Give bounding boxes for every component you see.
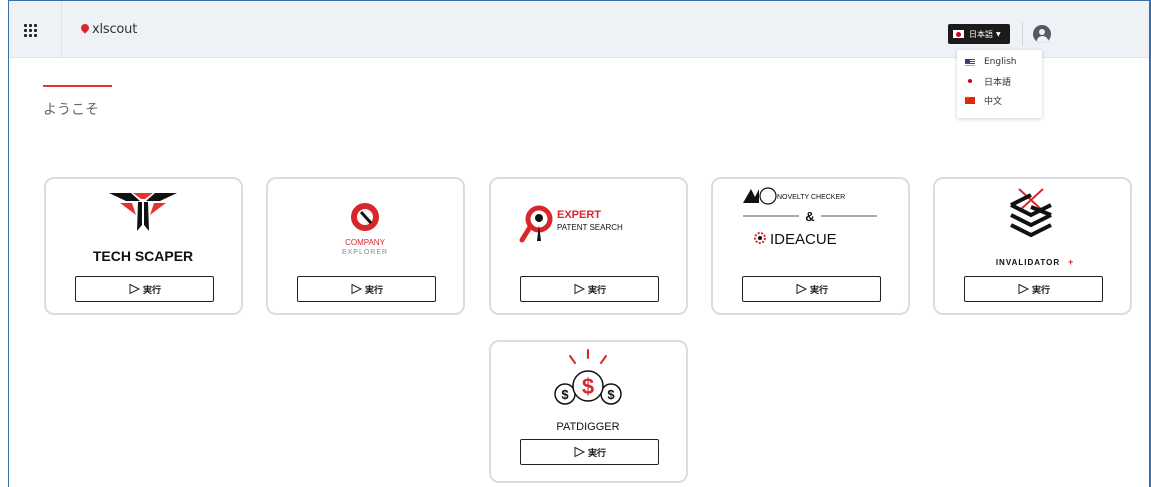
language-option-label: 中文 bbox=[984, 96, 1003, 107]
svg-text:$: $ bbox=[607, 387, 615, 402]
tool-name: PATDIGGER bbox=[556, 421, 619, 433]
tool-name: COMPANY bbox=[345, 238, 386, 247]
tool-card-novelty-checker: NOVELTY CHECKER & IDEACUE 実行 bbox=[711, 177, 910, 315]
expert-patent-search-icon: EXPERT PATENT SEARCH bbox=[519, 205, 623, 243]
run-button[interactable]: 実行 bbox=[297, 276, 436, 302]
language-dropdown-menu: English 日本語 中文 bbox=[957, 50, 1042, 118]
grid-icon bbox=[24, 24, 37, 37]
run-button-label: 実行 bbox=[364, 285, 383, 296]
run-button-label: 実行 bbox=[142, 285, 161, 296]
run-button[interactable]: 実行 bbox=[742, 276, 881, 302]
play-icon bbox=[574, 446, 586, 458]
run-button-label: 実行 bbox=[1031, 285, 1050, 296]
play-icon bbox=[796, 283, 808, 295]
tool-card-patdigger: $ $ $ PATDIGGER 実行 bbox=[489, 340, 688, 483]
tool-name: INVALIDATOR bbox=[996, 258, 1060, 267]
japan-flag-icon bbox=[953, 30, 964, 38]
play-icon bbox=[351, 283, 363, 295]
app-grid-button[interactable] bbox=[9, 1, 62, 57]
japan-flag-icon bbox=[965, 77, 975, 85]
tool-name: NOVELTY CHECKER bbox=[777, 194, 845, 201]
play-icon bbox=[129, 283, 141, 295]
play-icon bbox=[1018, 283, 1030, 295]
play-icon bbox=[574, 283, 586, 295]
run-button-label: 実行 bbox=[587, 448, 606, 459]
expert-patent-search-logo: EXPERT PATENT SEARCH bbox=[491, 185, 686, 273]
tool-card-expert-patent-search: EXPERT PATENT SEARCH 実行 bbox=[489, 177, 688, 315]
run-button[interactable]: 実行 bbox=[75, 276, 214, 302]
tool-card-invalidator: INVALIDATOR + 実行 bbox=[933, 177, 1132, 315]
tool-card-company-explorer: COMPANY EXPLORER 実行 bbox=[266, 177, 465, 315]
invalidator-icon: INVALIDATOR + bbox=[996, 188, 1073, 267]
language-option-chinese[interactable]: 中文 bbox=[965, 93, 1002, 107]
svg-text:$: $ bbox=[561, 387, 569, 402]
language-option-label: 日本語 bbox=[984, 77, 1012, 88]
tool-name: TECH SCAPER bbox=[93, 248, 193, 264]
run-button[interactable]: 実行 bbox=[520, 439, 659, 465]
invalidator-logo: INVALIDATOR + bbox=[935, 185, 1130, 273]
patdigger-icon: $ $ $ PATDIGGER bbox=[554, 349, 622, 433]
svg-text:$: $ bbox=[582, 374, 594, 399]
run-button-label: 実行 bbox=[587, 285, 606, 296]
window-frame-left bbox=[8, 0, 9, 487]
title-accent-bar bbox=[43, 85, 112, 87]
caret-down-icon: ▼ bbox=[996, 30, 1001, 38]
china-flag-icon bbox=[965, 94, 975, 104]
language-option-label: English bbox=[984, 57, 1017, 67]
header-divider bbox=[1022, 22, 1023, 46]
tech-scaper-icon: TECH SCAPER bbox=[93, 193, 193, 264]
company-explorer-icon: COMPANY EXPLORER bbox=[342, 203, 388, 256]
tool-name: EXPERT bbox=[557, 209, 601, 221]
run-button[interactable]: 実行 bbox=[520, 276, 659, 302]
tech-scaper-logo: TECH SCAPER bbox=[46, 185, 241, 273]
company-explorer-logo: COMPANY EXPLORER bbox=[268, 185, 463, 273]
run-button[interactable]: 実行 bbox=[964, 276, 1103, 302]
brand-name: xlscout bbox=[92, 21, 138, 37]
tool-name-plus: + bbox=[1068, 257, 1073, 267]
brand-logo[interactable]: xlscout bbox=[79, 19, 138, 39]
language-selector-button[interactable]: 日本語 ▼ bbox=[948, 24, 1010, 44]
brand-mark-icon bbox=[79, 21, 91, 34]
tool-card-tech-scaper: TECH SCAPER 実行 bbox=[44, 177, 243, 315]
page-title: ようこそ bbox=[43, 102, 99, 118]
ampersand: & bbox=[805, 209, 814, 224]
tool-subname: EXPLORER bbox=[342, 249, 388, 256]
tool-subname: IDEACUE bbox=[770, 231, 837, 248]
language-selector-label: 日本語 bbox=[969, 29, 993, 39]
patdigger-logo: $ $ $ PATDIGGER bbox=[491, 348, 686, 436]
run-button-label: 実行 bbox=[809, 285, 828, 296]
novelty-checker-logo: NOVELTY CHECKER & IDEACUE bbox=[713, 185, 908, 273]
tool-subname: PATENT SEARCH bbox=[557, 223, 623, 232]
language-option-english[interactable]: English bbox=[965, 55, 1017, 69]
user-avatar-icon[interactable] bbox=[1033, 25, 1051, 43]
novelty-checker-icon: NOVELTY CHECKER & IDEACUE bbox=[743, 187, 877, 248]
us-flag-icon bbox=[965, 58, 975, 66]
language-option-japanese[interactable]: 日本語 bbox=[965, 74, 1011, 88]
